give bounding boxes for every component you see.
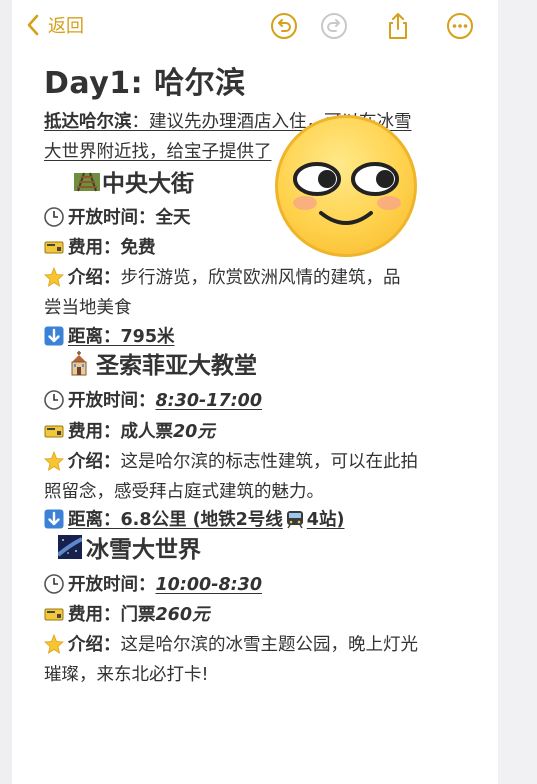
ticket-icon: [44, 241, 64, 254]
fee-value: 260元: [155, 605, 210, 625]
section-2-heading: 圣索菲亚大教堂: [66, 346, 257, 380]
fee-label: 费用：: [68, 238, 121, 258]
intro-line-2: 大世界附近找，给宝子提供了: [44, 138, 272, 163]
hours-value: 10:00-8:30: [155, 575, 263, 595]
intro-label: 抵达哈尔滨: [44, 112, 132, 132]
hours-value: 全天: [155, 208, 191, 228]
section-1-title: 中央大街: [102, 171, 194, 197]
section-2-title: 圣索菲亚大教堂: [96, 353, 257, 379]
section-1-heading: 中央大街: [74, 164, 194, 198]
railway-track-icon: [74, 172, 100, 192]
fee-label: 费用：: [68, 422, 121, 442]
section-3-title: 冰雪大世界: [86, 537, 201, 563]
glowing-star-icon: [44, 267, 64, 287]
fee-value: 免费: [120, 238, 156, 258]
section-1-intro-2: 尝当地美食: [44, 294, 132, 319]
undo-icon[interactable]: [270, 12, 298, 40]
hours-label: 开放时间：: [68, 391, 156, 411]
distance-value: 795米: [120, 327, 175, 347]
section-3-fee: 费用：门票260元: [44, 601, 210, 626]
section-2-fee: 费用：成人票20元: [44, 418, 215, 443]
metro-icon: [286, 511, 303, 529]
clock-icon: [44, 207, 64, 227]
back-label: 返回: [48, 16, 84, 37]
intro-text: 这是哈尔滨的冰雪主题公园，晚上灯光: [120, 635, 419, 655]
milky-way-icon: [58, 535, 82, 559]
smiling-face-icon: [293, 162, 401, 225]
intro-text: 步行游览，欣赏欧洲风情的建筑，品: [120, 268, 401, 288]
section-3-hours: 开放时间：10:00-8:30: [44, 571, 262, 596]
section-1-intro-1: 介绍：步行游览，欣赏欧洲风情的建筑，品: [44, 264, 401, 289]
hours-label: 开放时间：: [68, 208, 156, 228]
section-1-distance: 距离：795米: [44, 323, 175, 348]
clock-icon: [44, 390, 64, 410]
intro-text-continued: 照留念，感受拜占庭式建筑的魅力。: [44, 482, 324, 502]
fee-value: 20元: [173, 422, 215, 442]
intro-text: 这是哈尔滨的标志性建筑，可以在此拍: [120, 452, 419, 472]
smirk-face-sticker: [275, 115, 417, 257]
intro-label: 介绍：: [68, 268, 121, 288]
intro-label: 介绍：: [68, 635, 121, 655]
clock-icon: [44, 574, 64, 594]
intro-text-2: 大世界附近找，给宝子提供了: [44, 142, 272, 162]
section-2-intro-1: 介绍：这是哈尔滨的标志性建筑，可以在此拍: [44, 448, 418, 473]
intro-text-continued: 尝当地美食: [44, 298, 132, 318]
more-icon[interactable]: [446, 12, 474, 40]
section-2-hours: 开放时间：8:30-17:00: [44, 387, 262, 412]
note-page: 返回 Day1: 哈尔滨 抵达哈尔滨：建议先办理酒店入住，可以在冰雪 大世界附近: [12, 0, 498, 784]
distance-label: 距离：: [68, 510, 121, 530]
share-icon[interactable]: [384, 12, 412, 40]
fee-prefix: 成人票: [120, 422, 174, 442]
intro-label: 介绍：: [68, 452, 121, 472]
intro-text-continued: 璀璨，来东北必打卡!: [44, 665, 209, 685]
glowing-star-icon: [44, 634, 64, 654]
section-3-heading: 冰雪大世界: [58, 530, 201, 564]
section-3-intro-2: 璀璨，来东北必打卡!: [44, 661, 209, 686]
distance-label: 距离：: [68, 327, 121, 347]
hours-value: 8:30-17:00: [155, 391, 263, 411]
toolbar: 返回: [12, 0, 498, 52]
section-1-fee: 费用：免费: [44, 234, 156, 259]
down-arrow-icon: [44, 509, 64, 529]
section-2-distance: 距离：6.8公里 (地铁2号线 4站): [44, 506, 344, 531]
right-margin: [498, 0, 537, 784]
redo-icon[interactable]: [320, 12, 348, 40]
chevron-left-icon: [27, 14, 39, 36]
ticket-icon: [44, 608, 64, 621]
fee-prefix: 门票: [120, 605, 156, 625]
section-1-hours: 开放时间：全天: [44, 204, 191, 229]
distance-suffix: 4站): [306, 510, 345, 530]
down-arrow-icon: [44, 326, 64, 346]
section-3-intro-1: 介绍：这是哈尔滨的冰雪主题公园，晚上灯光: [44, 631, 418, 656]
note-title: Day1: 哈尔滨: [44, 66, 246, 101]
ticket-icon: [44, 425, 64, 438]
glowing-star-icon: [44, 451, 64, 471]
hours-label: 开放时间：: [68, 575, 156, 595]
back-button[interactable]: 返回: [26, 12, 84, 38]
distance-value: 6.8公里 (地铁2号线: [120, 510, 283, 530]
fee-label: 费用：: [68, 605, 121, 625]
section-2-intro-2: 照留念，感受拜占庭式建筑的魅力。: [44, 478, 324, 503]
church-icon: [71, 351, 87, 376]
